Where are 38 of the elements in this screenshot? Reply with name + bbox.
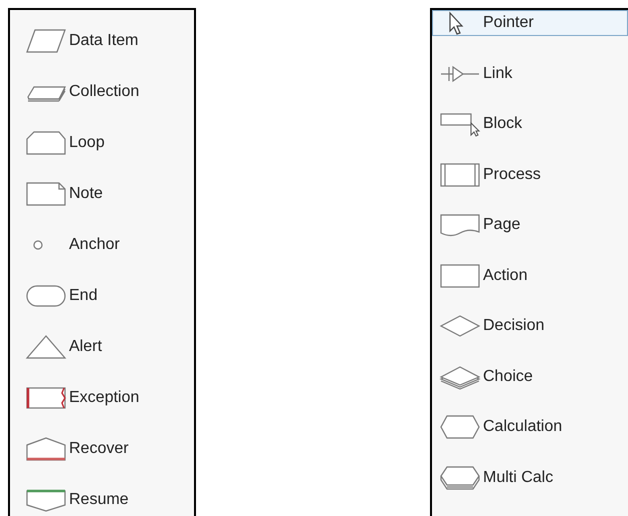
toolbox-item[interactable]: Process [432, 162, 628, 188]
toolbox-item[interactable]: Note [24, 181, 194, 207]
parallelogram-icon [25, 28, 67, 54]
toolbox-item[interactable]: Choice [432, 364, 628, 390]
stacked-diamond-icon [439, 364, 481, 390]
block-cursor-icon [439, 111, 481, 137]
toolbox-item[interactable]: Resume [24, 487, 194, 513]
toolbox-item[interactable]: Data Item [24, 28, 194, 54]
toolbox-item[interactable]: Calculation [432, 414, 628, 440]
circle-icon [33, 240, 43, 250]
toolbox-item[interactable]: Block [432, 111, 628, 137]
exception-shape-icon [25, 385, 67, 411]
triangle-icon [25, 334, 67, 360]
loop-shape-icon [25, 130, 67, 156]
toolbox-item[interactable]: Multi Calc [432, 464, 628, 490]
resume-shape-icon [25, 487, 67, 513]
stacked-hexagon-icon [439, 464, 481, 490]
hexagon-icon [439, 414, 481, 440]
toolbox-item[interactable]: Anchor [24, 232, 194, 258]
rounded-rectangle-icon [25, 283, 67, 309]
toolbox-item[interactable]: Page [432, 212, 628, 238]
toolbox-item[interactable]: Action [432, 262, 628, 288]
toolbox-item[interactable]: Decision [432, 313, 628, 339]
note-icon [25, 181, 67, 207]
toolbox-item[interactable]: Collection [24, 79, 194, 105]
toolbox-item[interactable]: Recover [24, 436, 194, 462]
toolbox-item[interactable]: Link [432, 60, 628, 86]
process-box-icon [439, 162, 481, 188]
pointer-icon [449, 12, 463, 34]
page-shape-icon [439, 212, 481, 238]
toolbox-item[interactable]: Exception [24, 385, 194, 411]
toolbox-item[interactable]: Pointer [432, 10, 628, 36]
diamond-icon [439, 313, 481, 339]
toolbox-item[interactable]: Loop [24, 130, 194, 156]
rectangle-icon [439, 262, 481, 288]
toolbox-item[interactable]: End [24, 283, 194, 309]
pentagon-icon [25, 436, 67, 462]
toolbox-item[interactable]: Alert [24, 334, 194, 360]
